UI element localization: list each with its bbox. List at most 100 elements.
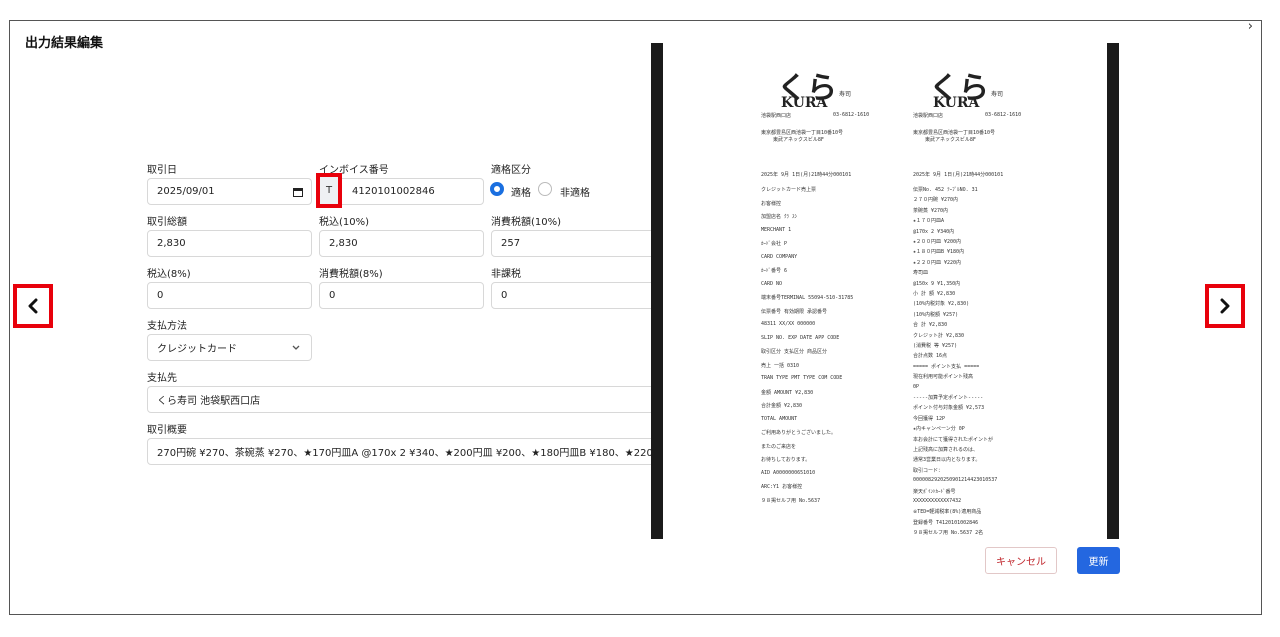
tax-included-10-input[interactable]: 2,830: [319, 230, 484, 257]
consumption-tax-10-label: 消費税額(10%): [491, 217, 562, 228]
receipt-right-line: 本お会計にて獲得されたポイントが: [913, 436, 994, 443]
tax-included-8-value: 0: [157, 290, 164, 301]
total-amount-label: 取引総額: [147, 217, 187, 228]
non-taxable-input[interactable]: 0: [491, 282, 656, 309]
summary-value: 270円碗 ¥270、茶碗蒸 ¥270、★170円皿A @170x 2 ¥340…: [157, 448, 655, 459]
receipt-logo-stamp-right: 寿司: [991, 91, 1004, 98]
non-eligible-radio-label: 非適格: [560, 188, 590, 199]
receipt-left-line: またのご来店を: [761, 443, 797, 450]
receipt-logo-sub-left: KURA: [781, 95, 828, 111]
receipt-right-line: 茶碗蒸 ¥270内: [913, 207, 949, 214]
payee-label: 支払先: [147, 373, 177, 384]
chevron-left-icon: [28, 298, 38, 314]
receipt-right-line: ２７０円碗 ¥270内: [913, 197, 959, 204]
receipt-left-line: SLIP NO. EXP DATE APP CODE: [761, 334, 840, 341]
consumption-tax-10-value: 257: [501, 238, 521, 249]
receipt-right-line: ===== ポイント支払 =====: [913, 363, 980, 370]
receipt-right-line: ★１７０円皿A: [913, 218, 945, 225]
receipt-left-line: 合計金額 ¥2,830: [761, 403, 803, 409]
consumption-tax-10-input[interactable]: 257: [491, 230, 656, 257]
payment-method-label: 支払方法: [147, 321, 187, 332]
tax-included-8-label: 税込(8%): [147, 269, 191, 280]
non-taxable-value: 0: [501, 290, 508, 301]
receipt-left-line: 伝票番号 有効期限 承認番号: [761, 308, 828, 315]
receipt-right-line: (10%内税額 ¥257): [913, 311, 959, 318]
prev-button[interactable]: [13, 284, 53, 328]
invoice-prefix-badge: T: [316, 173, 342, 208]
receipt-left-line: 加盟店名 ｸﾗ ｽｼ: [761, 214, 798, 220]
receipt-left-line: 48311 XX/XX 000000: [761, 321, 816, 327]
receipt-left-line: 金額 AMOUNT ¥2,830: [761, 389, 814, 396]
receipt-right-line: ★２００円皿 ¥200内: [913, 239, 962, 245]
chevron-right-icon: [1220, 298, 1230, 314]
cancel-button[interactable]: キャンセル: [985, 547, 1057, 574]
receipt-right-line: 0000082920250901214423010537: [913, 477, 998, 484]
update-button[interactable]: 更新: [1077, 547, 1120, 574]
receipt-right-line: 今回獲得 12P: [913, 415, 946, 422]
total-amount-value: 2,830: [157, 238, 186, 249]
dialog-title: 出力結果編集: [25, 36, 104, 51]
receipt-right-line: 合 計 ¥2,830: [913, 322, 948, 329]
payment-method-value: クレジットカード: [157, 344, 237, 355]
receipt-left-line: ｶｰﾄﾞ番号 6: [761, 268, 788, 274]
receipt-right-line: クレジット計 ¥2,830: [913, 332, 965, 339]
non-eligible-radio[interactable]: [538, 182, 552, 196]
eligible-radio-label: 適格: [511, 188, 531, 199]
receipt-store-right: 池袋駅西口店: [913, 113, 944, 119]
payee-input[interactable]: くら寿司 池袋駅西口店: [147, 386, 656, 413]
next-button[interactable]: [1205, 284, 1245, 328]
transaction-date-label: 取引日: [147, 165, 177, 176]
payment-method-select[interactable]: クレジットカード: [147, 334, 312, 361]
transaction-date-input[interactable]: 2025/09/01: [147, 178, 312, 205]
receipt-left-line: 売上 一括 0310: [761, 362, 800, 369]
receipt-left-line: MERCHANT 1: [761, 226, 792, 233]
total-amount-input[interactable]: 2,830: [147, 230, 312, 257]
receipt-right-line: (10%内税対象 ¥2,830): [913, 301, 970, 308]
receipt-left-line: TOTAL AMOUNT: [761, 415, 798, 422]
eligibility-label: 適格区分: [491, 165, 531, 176]
receipt-address1-left: 東京都豊島区西池袋一丁目10番10号: [761, 130, 844, 136]
receipt-left-line: ご利用ありがとうございました。: [761, 430, 837, 436]
receipt-right-line: -----加算予定ポイント-----: [913, 395, 984, 401]
receipt-right-line: ★１８０円皿B ¥180内: [913, 249, 965, 256]
receipt-date-right: 2025年 9月 1日(月)21時44分000101: [913, 172, 1004, 178]
receipt-address2-left: 東武アネックスビル8F: [773, 137, 824, 143]
receipt-right-line: 通常3営業日以内となります。: [913, 457, 981, 464]
collapse-chevron-icon[interactable]: ›: [1248, 19, 1253, 34]
receipt-left-line: クレジットカード売上票: [761, 187, 817, 193]
consumption-tax-8-input[interactable]: 0: [319, 282, 484, 309]
receipt-date-left: 2025年 9月 1日(月)21時44分000101: [761, 172, 852, 178]
receipt-right-line: 0P: [913, 383, 920, 390]
summary-input[interactable]: 270円碗 ¥270、茶碗蒸 ¥270、★170円皿A @170x 2 ¥340…: [147, 438, 656, 465]
receipt-right-line: 寿司皿: [913, 270, 929, 277]
receipt-right-line: @170x 2 ¥340内: [913, 228, 955, 235]
receipt-right-line: 小 計 額 ¥2,830: [913, 291, 956, 297]
calendar-icon[interactable]: [293, 187, 303, 197]
invoice-number-input[interactable]: 4120101002846: [319, 178, 484, 205]
receipt-left-line: 取引区分 支払区分 商品区分: [761, 349, 828, 355]
receipt-left-line: 端末番号TERMINAL 55094-510-31785: [761, 295, 854, 301]
receipt-right-line: 取引コード：: [913, 467, 944, 474]
receipt-right-line: ９８掲セルフ用 No.5637 2名: [913, 530, 984, 537]
receipt-right-line: ★内キャンペーン分 0P: [913, 426, 965, 433]
receipt-right-line: (消費税 等 ¥257): [913, 343, 958, 349]
receipt-right-line: @150x 9 ¥1,350内: [913, 280, 961, 287]
receipt-right-line: 現在利用可能ポイント残高: [913, 374, 974, 381]
invoice-number-value: 4120101002846: [352, 186, 435, 197]
receipt-image: くら KURA 寿司 池袋駅西口店 03-6812-1610 東京都豊島区西池袋…: [651, 43, 1119, 539]
receipt-left-line: AID A0000000651010: [761, 469, 816, 476]
receipt-right-line: ★２２０円皿 ¥220内: [913, 259, 962, 266]
receipt-right-line: 登録番号 T4120101002846: [913, 519, 979, 526]
consumption-tax-8-value: 0: [329, 290, 336, 301]
receipt-phone-left: 03-6812-1610: [833, 112, 870, 118]
receipt-left-line: お待ちしております。: [761, 457, 811, 463]
eligible-radio[interactable]: [490, 182, 504, 196]
receipt-address1-right: 東京都豊島区西池袋一丁目10番10号: [913, 130, 996, 136]
receipt-left-line: お客様控: [761, 200, 782, 207]
consumption-tax-8-label: 消費税額(8%): [319, 269, 383, 280]
receipt-right-line: 楽天ﾎﾟｲﾝﾄｶｰﾄﾞ番号: [913, 488, 956, 495]
receipt-left-line: TRAN TYPE PMT TYPE COM CODE: [761, 375, 843, 381]
tax-included-8-input[interactable]: 0: [147, 282, 312, 309]
transaction-date-value: 2025/09/01: [157, 186, 215, 197]
image-border-left: [651, 43, 663, 539]
